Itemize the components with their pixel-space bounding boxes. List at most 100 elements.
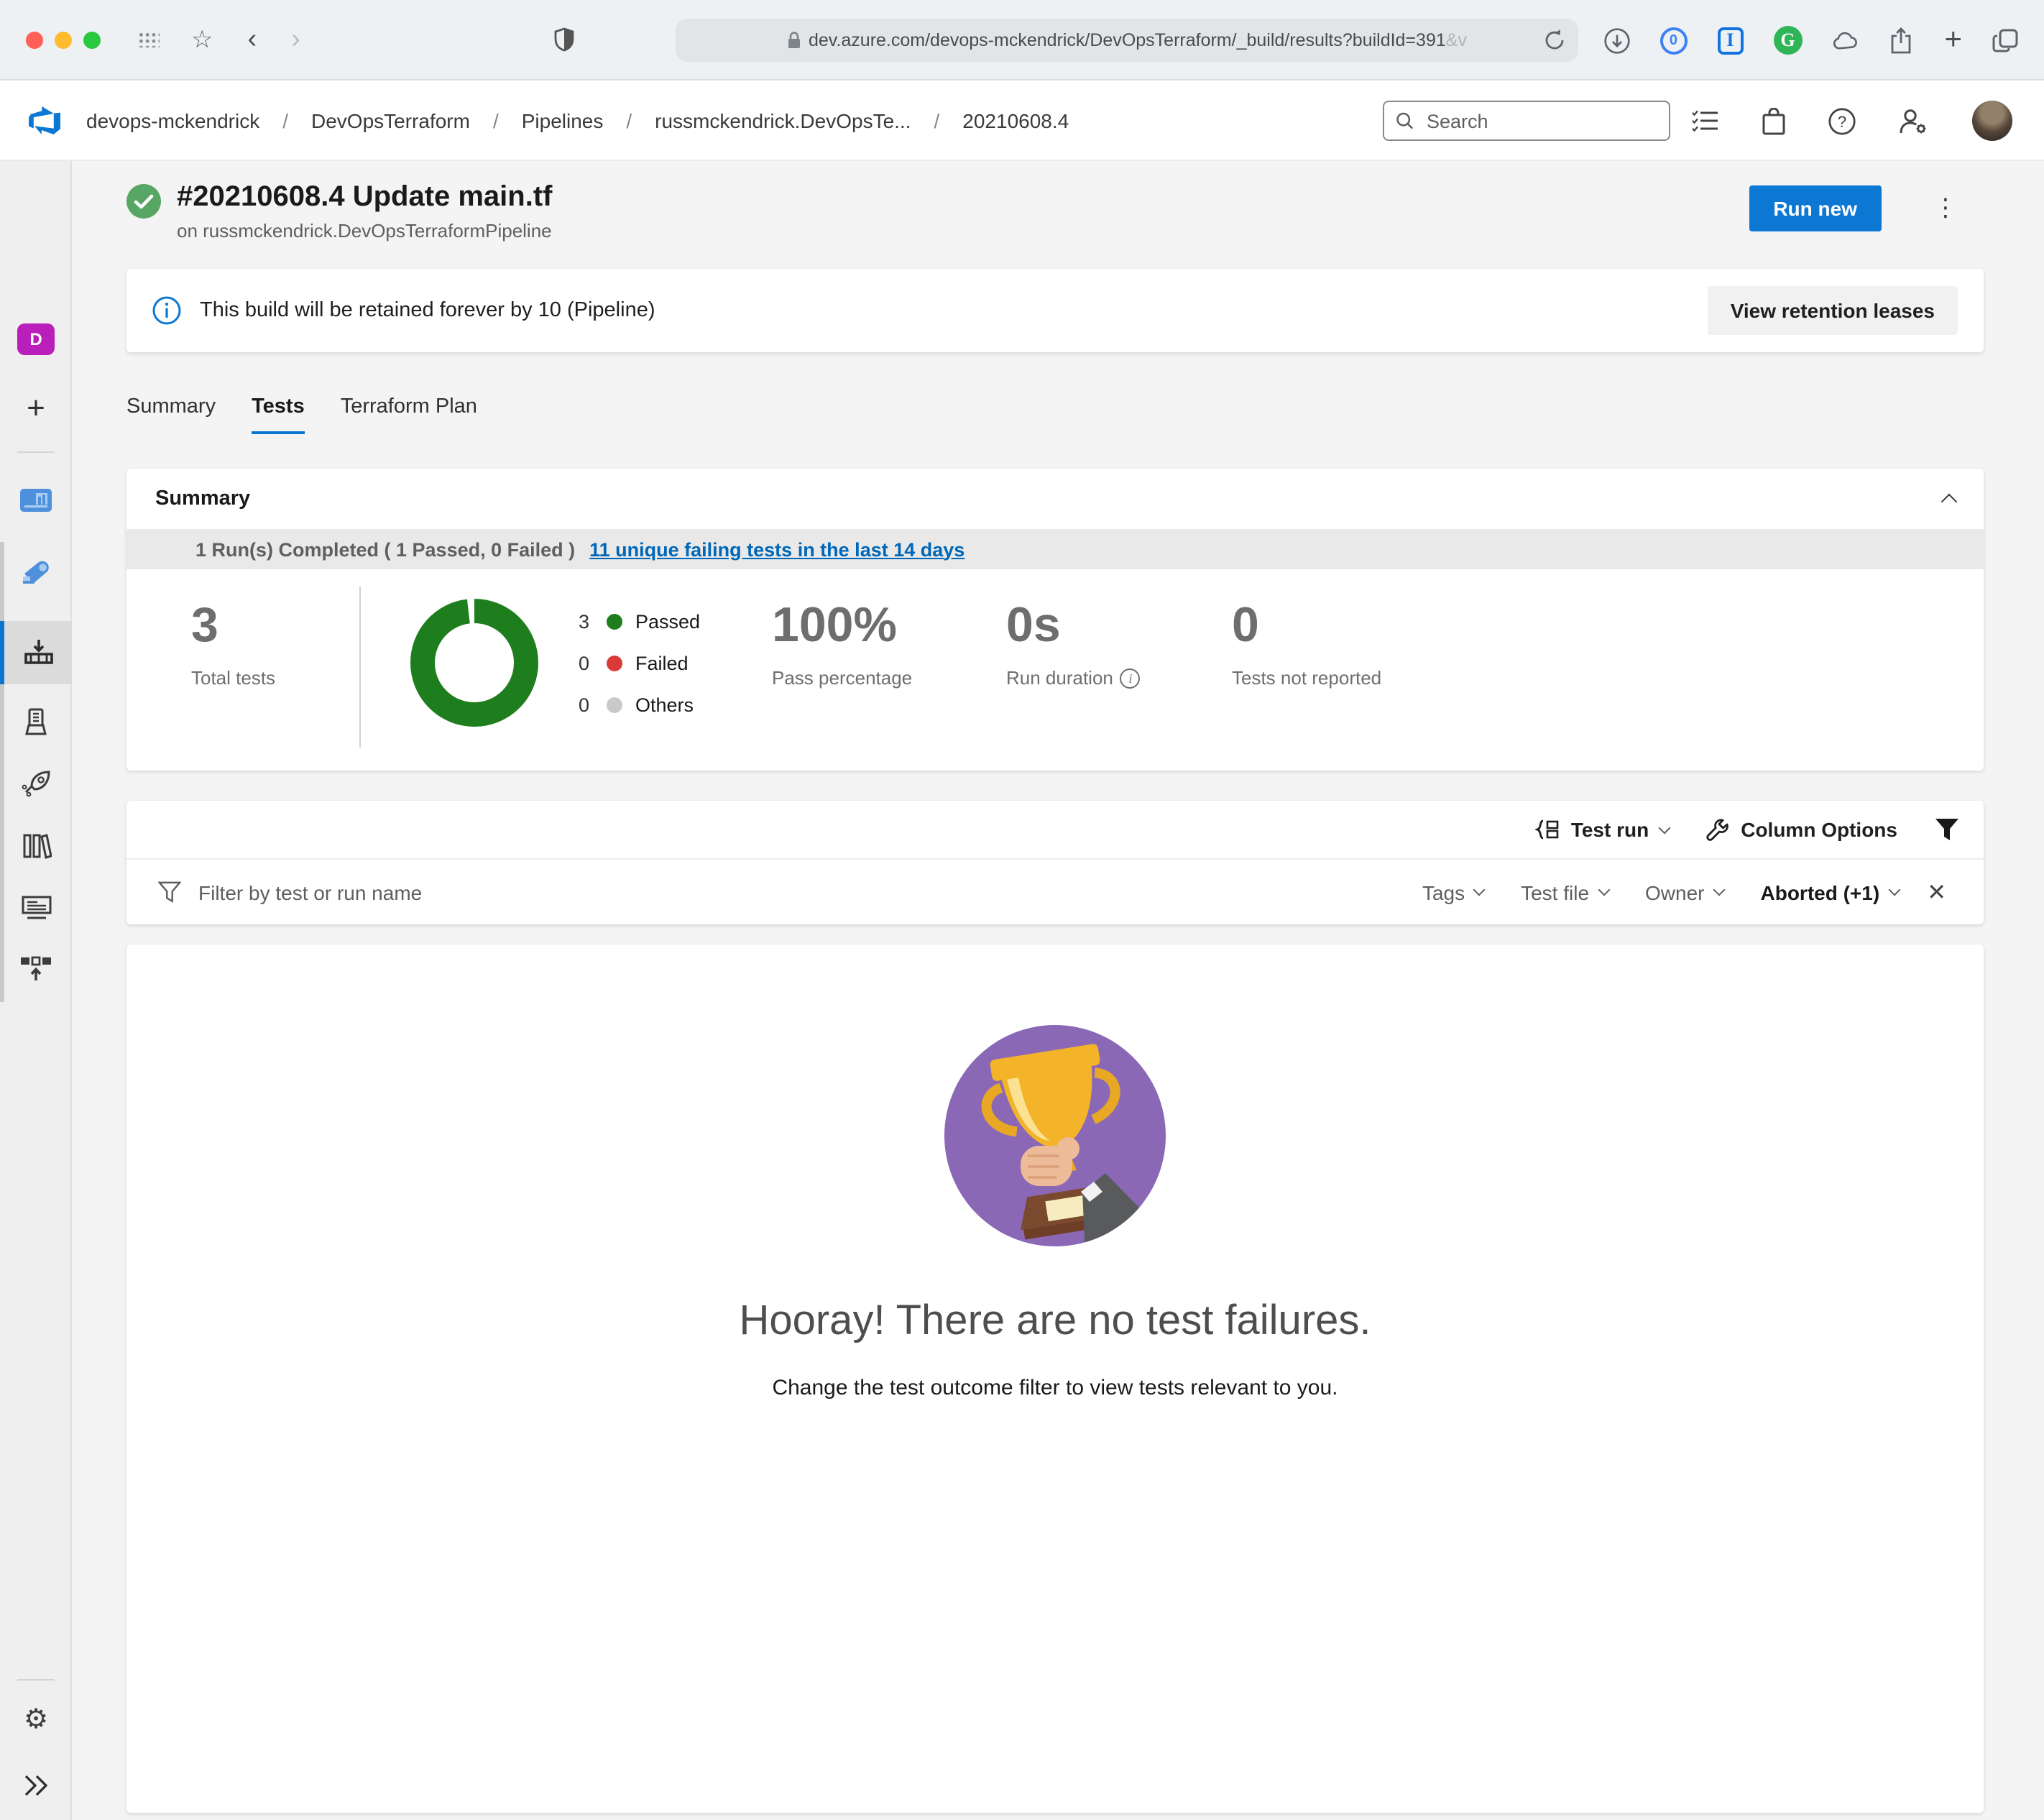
- results-toolbar: Test run Column Options: [126, 801, 1984, 858]
- forward-button[interactable]: ›: [291, 24, 300, 55]
- reload-icon[interactable]: [1544, 29, 1565, 52]
- wrench-icon: [1706, 818, 1729, 841]
- marketplace-bag-icon[interactable]: [1762, 107, 1785, 134]
- build-title: #20210608.4 Update main.tf: [177, 181, 553, 214]
- test-statistics: 3 Total tests 3Passed 0Fa: [126, 569, 1984, 771]
- boards-icon[interactable]: [0, 543, 72, 601]
- chevron-down-icon: [1473, 884, 1486, 896]
- builds-icon: [22, 638, 54, 667]
- address-bar[interactable]: dev.azure.com/devops-mckendrick/DevOpsTe…: [676, 19, 1578, 62]
- url-text: dev.azure.com/devops-mckendrick/DevOpsTe…: [809, 30, 1446, 50]
- deployment-groups-icon[interactable]: [0, 940, 72, 998]
- share-icon[interactable]: [1888, 27, 1914, 53]
- project-avatar[interactable]: D: [0, 311, 72, 368]
- breadcrumb-build-number[interactable]: 20210608.4: [962, 109, 1069, 132]
- tags-filter-dropdown[interactable]: Tags: [1422, 881, 1483, 904]
- sidebar-divider: [17, 451, 55, 453]
- passed-dot-icon: [607, 614, 622, 630]
- test-file-filter-dropdown[interactable]: Test file: [1521, 881, 1608, 904]
- breadcrumb-separator: /: [282, 109, 288, 132]
- url-text-faded: &v: [1446, 30, 1467, 50]
- search-box[interactable]: [1383, 101, 1670, 141]
- bookmarks-star-icon[interactable]: ☆: [191, 27, 213, 52]
- chevron-down-icon: [1713, 884, 1725, 896]
- close-filter-icon[interactable]: ✕: [1927, 878, 1946, 906]
- azure-devops-logo-icon[interactable]: [27, 103, 62, 137]
- run-duration-stat: 0s Run durationi: [1006, 601, 1141, 689]
- others-dot-icon: [607, 697, 622, 713]
- sidebar-divider: [17, 1679, 55, 1681]
- user-avatar[interactable]: [1972, 101, 2012, 141]
- group-by-dropdown[interactable]: Test run: [1535, 818, 1669, 841]
- project-sidebar: D +: [0, 161, 72, 1820]
- tab-switcher-icon[interactable]: [1992, 27, 2018, 53]
- runs-summary-bar: 1 Run(s) Completed ( 1 Passed, 0 Failed …: [126, 529, 1984, 569]
- library-icon[interactable]: [0, 817, 72, 874]
- breadcrumb-pipeline-name[interactable]: russmckendrick.DevOpsTe...: [655, 109, 911, 132]
- add-icon[interactable]: +: [0, 380, 72, 437]
- releases-icon[interactable]: [0, 693, 72, 750]
- filter-toggle-icon[interactable]: [1935, 818, 1959, 841]
- filter-input[interactable]: [195, 879, 1385, 905]
- stats-divider: [359, 587, 361, 748]
- outcome-filter-dropdown[interactable]: Aborted (+1): [1761, 881, 1899, 904]
- close-window-button[interactable]: [26, 31, 43, 48]
- expand-sidebar-icon[interactable]: [0, 1757, 72, 1814]
- main-content: #20210608.4 Update main.tf on russmckend…: [72, 161, 2044, 1820]
- downloads-icon[interactable]: [1603, 27, 1629, 53]
- legend-others: 0Others: [569, 684, 700, 726]
- new-tab-icon[interactable]: +: [1944, 23, 1962, 58]
- minimize-window-button[interactable]: [55, 31, 72, 48]
- pass-percentage-stat: 100% Pass percentage: [772, 601, 912, 689]
- empty-state-subtitle: Change the test outcome filter to view t…: [772, 1376, 1338, 1400]
- back-button[interactable]: ‹: [248, 24, 257, 55]
- onepassword-icon[interactable]: 0: [1659, 27, 1687, 54]
- test-plans-icon[interactable]: [0, 755, 72, 812]
- run-new-button[interactable]: Run new: [1749, 185, 1882, 231]
- icloud-icon[interactable]: [1832, 27, 1858, 53]
- instapaper-icon[interactable]: I: [1717, 27, 1743, 54]
- tests-not-reported-stat: 0 Tests not reported: [1232, 601, 1381, 689]
- retention-message: This build will be retained forever by 1…: [200, 299, 655, 322]
- sidebar-item-builds-active[interactable]: [0, 621, 72, 684]
- user-settings-icon[interactable]: [1899, 107, 1929, 134]
- breadcrumb-separator: /: [493, 109, 499, 132]
- tab-terraform-plan[interactable]: Terraform Plan: [341, 395, 477, 434]
- tab-tests[interactable]: Tests: [252, 395, 305, 434]
- task-groups-icon[interactable]: [0, 878, 72, 936]
- failed-dot-icon: [607, 656, 622, 671]
- privacy-shield-icon[interactable]: [553, 27, 575, 52]
- tab-summary[interactable]: Summary: [126, 395, 216, 434]
- page: ☆ ‹ › dev.azure.com/devops-mckendrick/De…: [0, 0, 2044, 1820]
- search-input[interactable]: [1424, 109, 1657, 133]
- chevron-down-icon: [1598, 884, 1610, 896]
- total-tests-stat: 3 Total tests: [191, 601, 275, 689]
- my-work-items-icon[interactable]: [1692, 109, 1719, 132]
- failing-tests-link[interactable]: 11 unique failing tests in the last 14 d…: [589, 538, 965, 560]
- breadcrumb-organization[interactable]: devops-mckendrick: [86, 109, 259, 132]
- zoom-window-button[interactable]: [83, 31, 101, 48]
- group-by-icon: [1535, 819, 1560, 840]
- view-retention-leases-button[interactable]: View retention leases: [1708, 286, 1958, 335]
- header-icons: ?: [1692, 81, 2044, 161]
- help-icon[interactable]: ?: [1828, 107, 1856, 134]
- grammarly-icon[interactable]: G: [1773, 26, 1802, 55]
- overview-icon[interactable]: [0, 472, 72, 529]
- breadcrumb-project[interactable]: DevOpsTerraform: [311, 109, 470, 132]
- more-options-kebab-icon[interactable]: ⋮: [1933, 194, 1958, 223]
- chevron-down-icon: [1888, 884, 1900, 896]
- pass-donut-chart: [400, 588, 549, 737]
- breadcrumb-separator: /: [626, 109, 632, 132]
- tab-overview-icon[interactable]: [138, 32, 160, 47]
- breadcrumb-separator: /: [934, 109, 940, 132]
- browser-toolbar-right: 0 I G +: [1603, 0, 2044, 81]
- column-options-button[interactable]: Column Options: [1706, 818, 1897, 841]
- success-check-icon: [126, 184, 161, 219]
- breadcrumb-pipelines[interactable]: Pipelines: [522, 109, 604, 132]
- duration-info-icon[interactable]: i: [1120, 668, 1141, 688]
- filter-funnel-icon: [158, 881, 181, 903]
- collapse-chevron-icon[interactable]: [1941, 494, 1958, 510]
- settings-gear-icon[interactable]: ⚙: [0, 1691, 72, 1748]
- build-subtitle: on russmckendrick.DevOpsTerraformPipelin…: [177, 220, 553, 242]
- owner-filter-dropdown[interactable]: Owner: [1645, 881, 1723, 904]
